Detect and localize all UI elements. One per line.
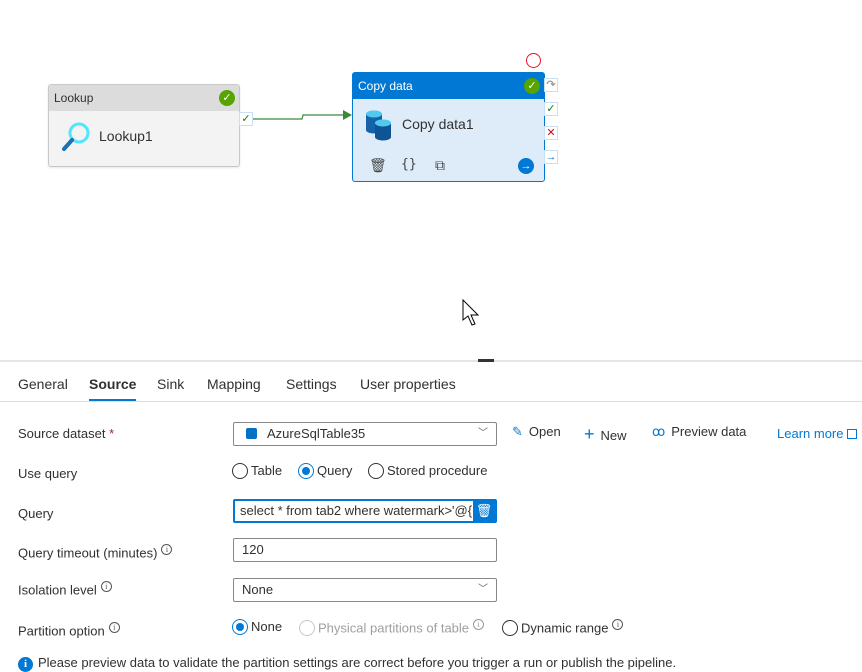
info-icon[interactable]: i [100, 581, 112, 592]
lookup-magnifier-icon [62, 122, 90, 151]
error-indicator-circle [526, 53, 541, 68]
success-connector[interactable] [253, 110, 353, 126]
query-label: Query [18, 506, 54, 521]
radio-table[interactable]: Table [232, 462, 282, 480]
tab-source[interactable]: Source [89, 376, 137, 401]
source-dataset-label: Source dataset * [18, 426, 115, 441]
delete-icon[interactable]: 🗑 [369, 157, 387, 174]
completion-port-icon[interactable]: → [544, 150, 558, 164]
open-dataset-button[interactable]: ✎ Open [512, 424, 561, 440]
radio-stored-procedure[interactable]: Stored procedure [368, 462, 487, 480]
copy-node-name: Copy data1 [402, 116, 474, 132]
info-icon[interactable]: i [161, 544, 173, 555]
required-mark: * [109, 426, 115, 441]
properties-tabs: General Source Sink Mapping Settings Use… [0, 362, 862, 402]
pipeline-canvas[interactable]: Lookup ✓ Lookup1 ✓ Copy data ✓ Copy data… [0, 0, 862, 361]
tab-user-properties[interactable]: User properties [360, 376, 456, 401]
tab-sink[interactable]: Sink [157, 376, 184, 401]
lookup-activity-node[interactable]: Lookup ✓ Lookup1 [48, 84, 240, 167]
source-dataset-select[interactable]: AzureSqlTable35 ﹀ [233, 422, 497, 446]
radio-partition-none[interactable]: None [232, 618, 282, 636]
isolation-level-label: Isolation level i [18, 581, 112, 597]
copy-node-header: Copy data ✓ [353, 73, 544, 99]
success-status-icon: ✓ [219, 90, 235, 106]
radio-query[interactable]: Query [298, 462, 352, 480]
chevron-down-icon: ﹀ [478, 584, 488, 595]
chevron-down-icon: ﹀ [478, 428, 488, 439]
external-link-icon [847, 428, 858, 439]
radio-dynamic-range[interactable]: Dynamic range i [502, 619, 624, 637]
mouse-cursor-icon [462, 299, 480, 326]
failure-port-icon[interactable]: ✕ [544, 126, 558, 140]
success-status-icon: ✓ [524, 78, 540, 94]
info-filled-icon: i [18, 657, 33, 672]
lookup-node-type: Lookup [54, 91, 94, 105]
glasses-icon: ꝏ [652, 424, 666, 439]
learn-more-link[interactable]: Learn more [777, 426, 858, 441]
sql-table-icon [246, 428, 257, 440]
success-port-icon[interactable]: ✓ [544, 102, 558, 116]
isolation-level-select[interactable]: None ﹀ [233, 578, 497, 602]
partition-notice: i Please preview data to validate the par… [18, 655, 676, 672]
copy-activity-node[interactable]: Copy data ✓ Copy data1 🗑 {} ⧉ → [352, 72, 545, 182]
copy-node-type: Copy data [358, 79, 413, 93]
use-query-label: Use query [18, 466, 78, 481]
lookup-success-port[interactable]: ✓ [239, 112, 253, 126]
partition-option-label: Partition option i [18, 622, 120, 638]
query-timeout-input[interactable]: 120 [233, 538, 497, 562]
info-icon: i [612, 619, 624, 630]
plus-icon: + [584, 424, 595, 444]
tab-settings[interactable]: Settings [286, 376, 337, 401]
tab-mapping[interactable]: Mapping [207, 376, 261, 401]
lookup-node-header: Lookup ✓ [49, 85, 239, 111]
preview-data-button[interactable]: ꝏ Preview data [652, 424, 746, 440]
clear-query-trash-icon[interactable]: 🗑 [473, 501, 495, 521]
new-dataset-button[interactable]: + New [584, 424, 627, 445]
lookup-node-name: Lookup1 [99, 128, 153, 144]
open-activity-arrow-icon[interactable]: → [518, 158, 534, 174]
radio-physical-partitions: Physical partitions of table i [299, 619, 485, 637]
tab-general[interactable]: General [18, 376, 68, 401]
skip-port-icon[interactable]: ↷ [544, 78, 558, 92]
query-timeout-label: Query timeout (minutes) i [18, 544, 173, 560]
clone-icon[interactable]: ⧉ [435, 157, 445, 174]
database-icon [366, 110, 391, 141]
info-icon[interactable]: i [108, 622, 120, 633]
code-braces-icon[interactable]: {} [401, 157, 417, 172]
query-input[interactable]: select * from tab2 where watermark>'@{ 🗑 [233, 499, 497, 523]
info-icon: i [473, 619, 485, 630]
pencil-icon: ✎ [512, 424, 523, 439]
